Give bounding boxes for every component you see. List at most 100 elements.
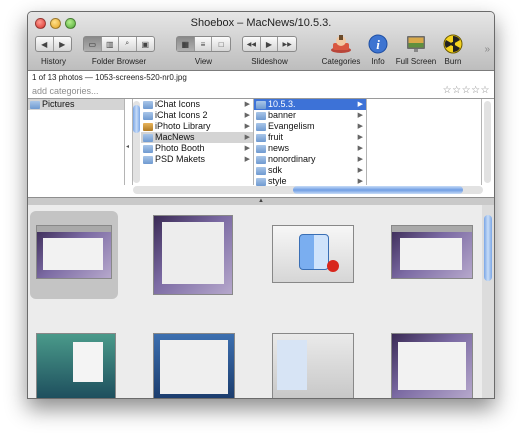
thumbnail-cell[interactable] <box>268 211 356 299</box>
thumbnail-image <box>391 225 473 279</box>
grid-view-button[interactable]: ▦ <box>177 37 195 51</box>
folder-item[interactable]: iChat Icons 2 ▶ <box>141 110 253 121</box>
folder-icon <box>143 134 153 142</box>
column-view-icon: ▥ <box>105 39 114 49</box>
folder-item[interactable]: 10.5.3. ▶ <box>254 99 366 110</box>
folder-icon <box>143 145 153 153</box>
thumbnail-grid <box>28 205 482 398</box>
screenshot-sidebar <box>277 340 307 390</box>
column-2-scroll-thumb[interactable] <box>133 105 140 133</box>
thumbnail-cell[interactable] <box>30 211 118 299</box>
folder-item[interactable]: banner ▶ <box>254 110 366 121</box>
folder-item[interactable]: Photo Booth ▶ <box>141 143 253 154</box>
view-label: View <box>194 57 213 66</box>
chevron-right-icon: ▶ <box>244 145 250 152</box>
folder-icon <box>256 101 266 109</box>
split-view-grip[interactable]: ▲ <box>28 198 494 204</box>
browser-vertical-scrollbar[interactable] <box>484 101 491 183</box>
thumbnail-image <box>153 333 235 398</box>
search-button[interactable]: ⌕ <box>119 37 137 51</box>
thumbnail-image <box>36 225 112 279</box>
thumbnail-cell[interactable] <box>149 211 237 299</box>
column-1-resizer[interactable]: ◂ <box>125 99 133 185</box>
grid-vertical-scrollbar[interactable] <box>482 205 494 398</box>
fullscreen-icon[interactable] <box>405 34 427 54</box>
folder-item[interactable]: news ▶ <box>254 143 366 154</box>
folder-label: 10.5.3. <box>268 99 296 109</box>
grip-icon: ▲ <box>258 198 264 204</box>
screenshot-window <box>398 342 466 390</box>
folder-browser-label: Folder Browser <box>91 57 147 66</box>
folder-item[interactable]: iPhoto Library ▶ <box>141 121 253 132</box>
thumbnail-cell[interactable] <box>387 211 475 299</box>
folder-label: Photo Booth <box>155 143 205 153</box>
folder-icon <box>256 167 266 175</box>
slideshow-forward-button[interactable]: ▶▶ <box>278 37 296 51</box>
history-control: ◀ ▶ <box>35 36 72 52</box>
camera-button[interactable]: ▣ <box>137 37 154 51</box>
add-categories-field[interactable]: add categories... <box>32 86 99 96</box>
folder-item[interactable]: fruit ▶ <box>254 132 366 143</box>
folder-item[interactable]: PSD Makets ▶ <box>141 154 253 165</box>
thumbnail-cell[interactable] <box>268 327 356 398</box>
toolbar-overflow-button[interactable]: » <box>484 44 490 55</box>
folder-item[interactable]: iChat Icons ▶ <box>141 99 253 110</box>
chevron-right-icon: ▶ <box>357 156 363 163</box>
folder-label: style <box>268 176 287 186</box>
photo-status: 1 of 13 photos — 1053-screens-520-nr0.jp… <box>32 73 187 82</box>
folder-label: banner <box>268 110 297 120</box>
categories-icon[interactable] <box>330 34 352 54</box>
thumbnail-image <box>272 333 354 398</box>
chevron-right-icon: ▶ <box>357 167 363 174</box>
folder-item[interactable]: sdk ▶ <box>254 165 366 176</box>
browser-horizontal-scroll-thumb[interactable] <box>293 186 463 194</box>
screenshot-toolbar <box>37 226 111 232</box>
screenshot-window <box>162 222 224 284</box>
chevron-right-icon: ▶ <box>357 112 363 119</box>
folder-browser: Pictures ◂ iChat Icons ▶ iChat Icons 2 ▶ i… <box>28 99 494 198</box>
folder-label: sdk <box>268 165 283 175</box>
icon-view-button[interactable]: ▭ <box>84 37 102 51</box>
folder-label: PSD Makets <box>155 154 206 164</box>
list-view-button[interactable]: ≡ <box>195 37 213 51</box>
iphoto-library-icon <box>143 123 153 131</box>
folder-icon <box>256 178 266 186</box>
view-control: ▦ ≡ □ <box>176 36 231 52</box>
info-icon[interactable]: i <box>367 34 389 54</box>
thumbnail-cell[interactable] <box>149 327 237 398</box>
info-label: Info <box>371 57 385 66</box>
slideshow-control: ◀◀ ▶ ▶▶ <box>242 36 297 52</box>
burn-label: Burn <box>444 57 462 66</box>
thumbnail-cell[interactable] <box>387 327 475 398</box>
history-forward-button[interactable]: ▶ <box>54 37 71 51</box>
burn-icon[interactable] <box>442 34 464 54</box>
thumbnail-cell[interactable] <box>30 327 118 398</box>
browser-horizontal-scrollbar[interactable] <box>133 186 483 194</box>
folder-label: nonordinary <box>268 154 316 164</box>
column-2-scrollbar[interactable] <box>133 101 140 183</box>
folder-item[interactable]: Evangelism ▶ <box>254 121 366 132</box>
folder-item[interactable]: MacNews ▶ <box>141 132 253 143</box>
folder-item[interactable]: Pictures <box>28 99 124 110</box>
single-view-button[interactable]: □ <box>212 37 230 51</box>
slideshow-play-button[interactable]: ▶ <box>261 37 279 51</box>
column-view-button[interactable]: ▥ <box>102 37 119 51</box>
icon-view-icon: ▭ <box>88 39 97 49</box>
thumbnail-image <box>36 333 116 398</box>
screenshot-menu <box>73 342 103 382</box>
history-back-button[interactable]: ◀ <box>36 37 54 51</box>
folder-item[interactable]: nonordinary ▶ <box>254 154 366 165</box>
rating-stars[interactable]: ☆☆☆☆☆ <box>443 85 490 96</box>
chevron-right-icon: ▶ <box>357 101 363 108</box>
folder-icon <box>256 145 266 153</box>
folder-label: Evangelism <box>268 121 315 131</box>
folder-label: MacNews <box>155 132 195 142</box>
slideshow-label: Slideshow <box>251 57 288 66</box>
folder-browser-control: ▭ ▥ ⌕ ▣ <box>83 36 155 52</box>
slideshow-rewind-button[interactable]: ◀◀ <box>243 37 261 51</box>
finder-logo-icon <box>299 234 329 270</box>
folder-label: iPhoto Library <box>155 121 211 131</box>
grid-scroll-thumb[interactable] <box>484 215 492 281</box>
search-icon: ⌕ <box>125 40 130 47</box>
folder-label: iChat Icons 2 <box>155 110 208 120</box>
